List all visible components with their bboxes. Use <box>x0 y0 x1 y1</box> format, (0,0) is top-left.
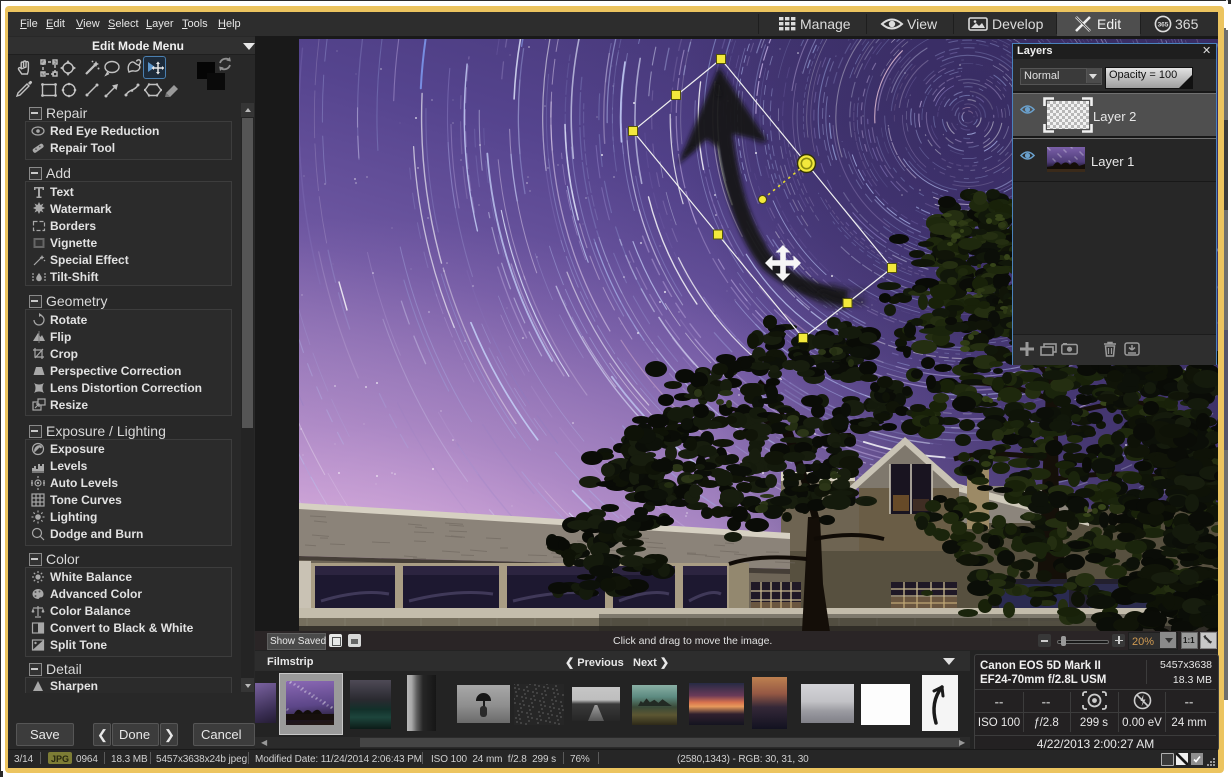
svg-text:365: 365 <box>1158 22 1169 29</box>
